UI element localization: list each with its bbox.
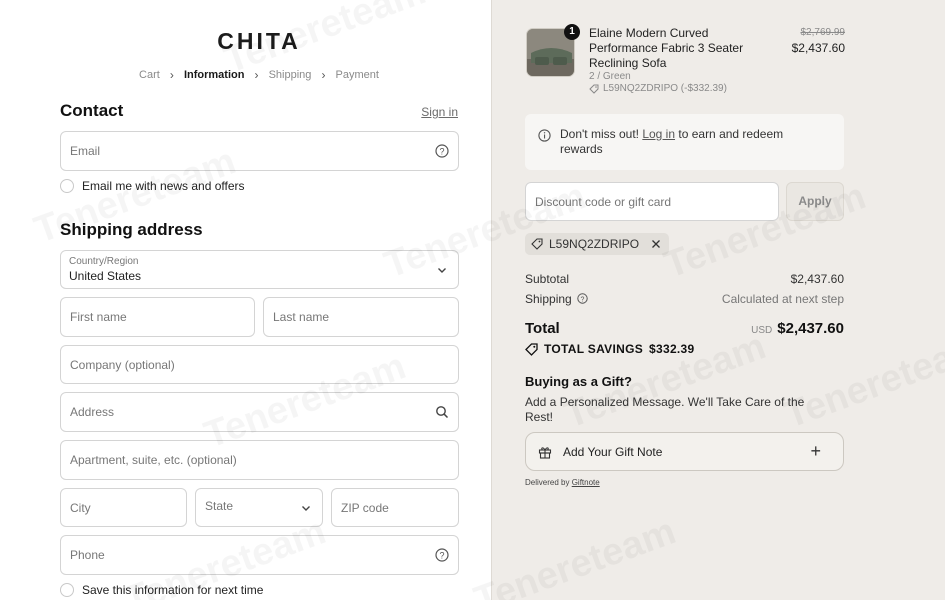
email-field[interactable]: Email ? [60, 131, 459, 171]
rewards-notice: Don't miss out! Log in to earn and redee… [525, 114, 844, 170]
giftnote-link[interactable]: Giftnote [572, 478, 600, 487]
close-icon[interactable] [651, 239, 661, 249]
chevron-right-icon: › [254, 68, 259, 82]
add-gift-note-button[interactable]: Add Your Gift Note + [525, 432, 844, 471]
product-discount: L59NQ2ZDRIPO (-$332.39) [589, 83, 727, 94]
discount-code-input[interactable]: Discount code or gift card [525, 182, 779, 221]
brand-logo[interactable]: CHITA [0, 28, 518, 55]
breadcrumb-shipping: Shipping [268, 69, 312, 81]
save-info-checkbox[interactable]: Save this information for next time [60, 583, 263, 597]
tag-icon [525, 342, 538, 356]
contact-heading: Contact [60, 101, 124, 120]
sign-in-link[interactable]: Sign in [421, 105, 458, 119]
delivered-by: Delivered by Giftnote [525, 478, 600, 487]
breadcrumb: Cart › Information › Shipping › Payment [0, 68, 518, 82]
checkout-form-panel: CHITA Cart › Information › Shipping › Pa… [0, 0, 491, 600]
apply-button[interactable]: Apply [786, 182, 844, 221]
city-field[interactable]: City [60, 488, 187, 527]
apartment-field[interactable]: Apartment, suite, etc. (optional) [60, 440, 459, 480]
product-price: $2,437.60 [791, 41, 845, 55]
shipping-heading: Shipping address [60, 220, 203, 239]
subtotal-row: Subtotal $2,437.60 [525, 272, 844, 286]
help-icon[interactable]: ? [435, 144, 449, 158]
chevron-right-icon: › [321, 68, 326, 82]
svg-text:?: ? [439, 147, 444, 157]
product-variant: 2 / Green [589, 71, 631, 82]
gift-description: Add a Personalized Message. We'll Take C… [525, 395, 805, 424]
quantity-badge: 1 [564, 24, 580, 40]
tag-icon [531, 238, 543, 250]
tag-icon [589, 84, 599, 94]
zip-field[interactable]: ZIP code [331, 488, 459, 527]
svg-text:?: ? [439, 551, 444, 561]
total-row: Total USD $2,437.60 [525, 320, 844, 337]
search-icon [436, 406, 449, 419]
country-select[interactable]: Country/Region United States [60, 250, 459, 289]
breadcrumb-cart[interactable]: Cart [139, 69, 160, 81]
order-summary-panel: 1 Elaine Modern Curved Performance Fabri… [491, 0, 945, 600]
total-savings: TOTAL SAVINGS $332.39 [525, 342, 695, 356]
checkbox[interactable] [60, 583, 74, 597]
plus-icon: + [810, 441, 821, 461]
original-price: $2,769.99 [800, 27, 846, 38]
state-select[interactable]: State [195, 488, 323, 527]
chevron-down-icon [302, 505, 310, 511]
address-field[interactable]: Address [60, 392, 459, 432]
first-name-field[interactable]: First name [60, 297, 255, 337]
newsletter-checkbox[interactable]: Email me with news and offers [60, 179, 245, 193]
info-icon [538, 129, 551, 142]
chevron-right-icon: › [169, 68, 174, 82]
shipping-row: Shipping ? Calculated at next step [525, 292, 844, 306]
svg-text:?: ? [581, 296, 585, 303]
breadcrumb-information: Information [183, 69, 245, 81]
help-icon[interactable]: ? [435, 548, 449, 562]
gift-icon [538, 447, 552, 459]
applied-discount-chip: L59NQ2ZDRIPO [525, 233, 670, 255]
last-name-field[interactable]: Last name [263, 297, 459, 337]
help-icon[interactable]: ? [577, 293, 588, 304]
product-name: Elaine Modern Curved Performance Fabric … [589, 26, 744, 70]
gift-title: Buying as a Gift? [525, 374, 632, 389]
phone-field[interactable]: Phone ? [60, 535, 459, 575]
currency-code: USD [751, 325, 773, 336]
total-amount: $2,437.60 [777, 320, 844, 337]
chevron-down-icon [438, 267, 446, 273]
breadcrumb-payment: Payment [335, 69, 379, 81]
company-field[interactable]: Company (optional) [60, 345, 459, 384]
checkbox[interactable] [60, 179, 74, 193]
log-in-link[interactable]: Log in [642, 127, 675, 141]
